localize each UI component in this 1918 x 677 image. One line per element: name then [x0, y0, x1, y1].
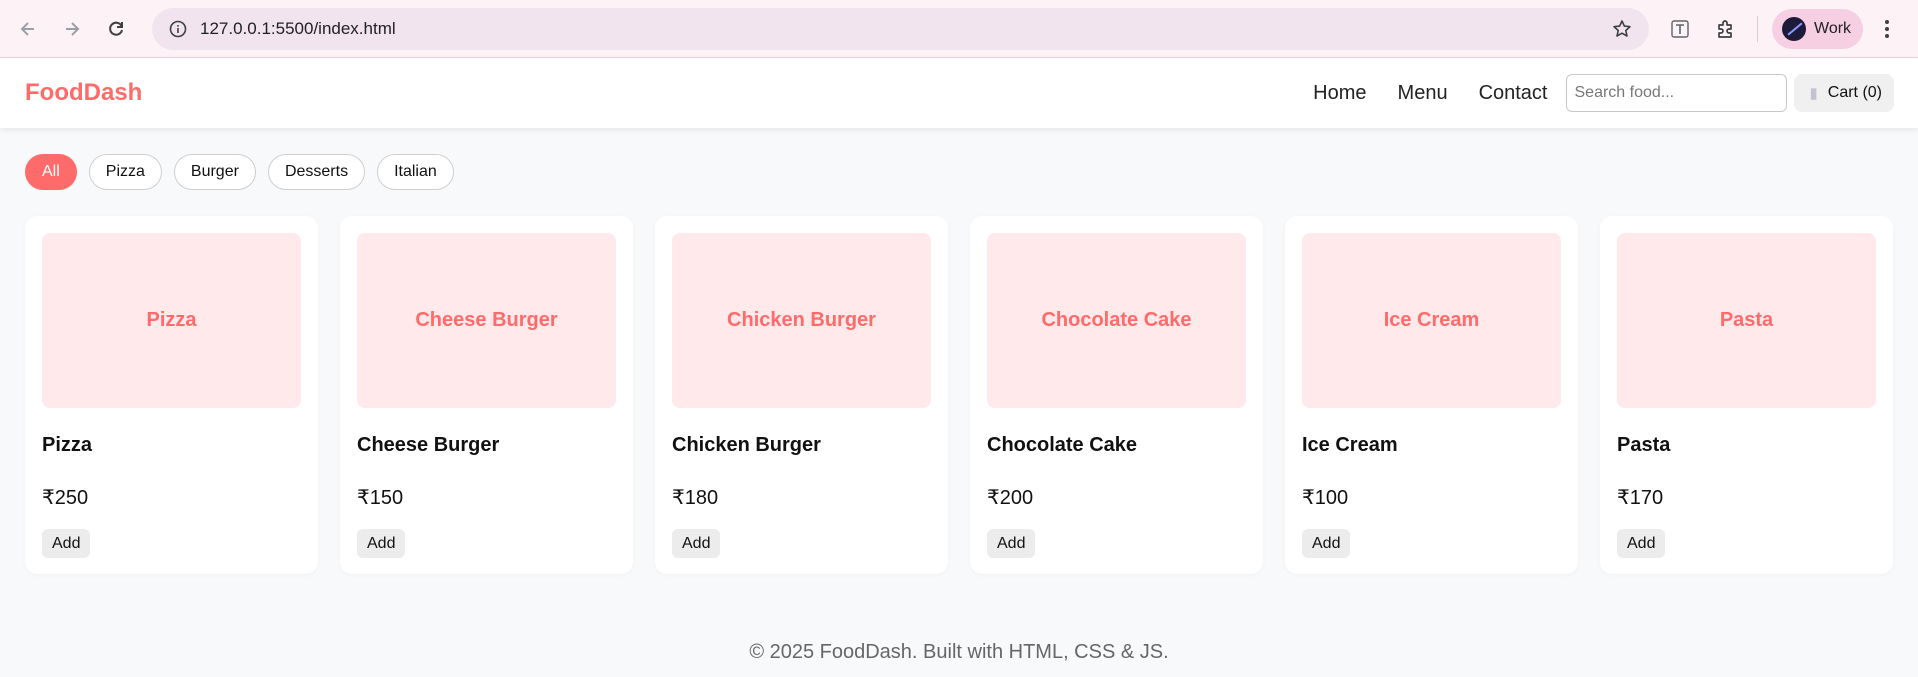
profile-button[interactable]: Work	[1772, 8, 1864, 49]
product-grid: Pizza Pizza ₹250 Add Cheese Burger Chees…	[0, 190, 1918, 574]
product-image: Cheese Burger	[357, 233, 616, 408]
site-header: FoodDash Home Menu Contact ▮ Cart (0)	[0, 58, 1918, 128]
cart-icon: ▮	[1809, 85, 1818, 102]
product-image: Pizza	[42, 233, 301, 408]
info-icon[interactable]	[166, 17, 190, 41]
url-text[interactable]: 127.0.0.1:5500/index.html	[200, 19, 1609, 39]
cart-label: Cart (0)	[1827, 84, 1882, 101]
product-image: Ice Cream	[1302, 233, 1561, 408]
product-card: Pasta Pasta ₹170 Add	[1600, 216, 1893, 574]
main-nav: Home Menu Contact	[1313, 82, 1547, 105]
nav-contact[interactable]: Contact	[1479, 82, 1548, 105]
add-to-cart-button[interactable]: Add	[672, 529, 721, 558]
reload-button[interactable]	[102, 15, 130, 43]
product-name: Chicken Burger	[672, 434, 821, 456]
filter-all[interactable]: All	[25, 154, 77, 190]
product-card: Pizza Pizza ₹250 Add	[25, 216, 318, 574]
product-image: Pasta	[1617, 233, 1876, 408]
toolbar-divider	[1757, 15, 1758, 42]
product-card: Cheese Burger Cheese Burger ₹150 Add	[340, 216, 633, 574]
star-icon[interactable]	[1609, 16, 1635, 42]
puzzle-icon[interactable]	[1711, 14, 1741, 44]
product-image: Chicken Burger	[672, 233, 931, 408]
product-name: Chocolate Cake	[987, 434, 1138, 456]
cart-button[interactable]: ▮ Cart (0)	[1793, 74, 1894, 112]
nav-menu[interactable]: Menu	[1398, 82, 1448, 105]
arrow-right-icon	[66, 21, 80, 36]
translate-icon[interactable]	[1665, 14, 1695, 44]
avatar	[1782, 16, 1806, 41]
filter-burger[interactable]: Burger	[173, 154, 256, 190]
product-price: ₹200	[987, 487, 1034, 509]
product-name: Ice Cream	[1302, 434, 1398, 456]
add-to-cart-button[interactable]: Add	[42, 529, 91, 558]
product-card: Chicken Burger Chicken Burger ₹180 Add	[655, 216, 948, 574]
product-image: Chocolate Cake	[987, 233, 1246, 408]
forward-button[interactable]	[58, 15, 86, 43]
kebab-menu-icon[interactable]	[1877, 19, 1897, 38]
nav-home[interactable]: Home	[1313, 82, 1366, 105]
back-button[interactable]	[14, 15, 42, 43]
reload-icon	[109, 21, 123, 36]
product-card: Chocolate Cake Chocolate Cake ₹200 Add	[970, 216, 1263, 574]
profile-label: Work	[1814, 19, 1852, 37]
product-card: Ice Cream Ice Cream ₹100 Add	[1285, 216, 1578, 574]
product-price: ₹170	[1617, 487, 1664, 509]
add-to-cart-button[interactable]: Add	[987, 529, 1036, 558]
product-price: ₹150	[357, 487, 404, 509]
product-price: ₹180	[672, 487, 719, 509]
add-to-cart-button[interactable]: Add	[1302, 529, 1351, 558]
product-name: Pizza	[42, 434, 93, 456]
filter-desserts[interactable]: Desserts	[267, 154, 366, 190]
arrow-left-icon	[20, 21, 34, 36]
product-name: Cheese Burger	[357, 434, 500, 456]
address-bar[interactable]: 127.0.0.1:5500/index.html	[152, 7, 1649, 50]
page-footer: © 2025 FoodDash. Built with HTML, CSS & …	[749, 641, 1169, 663]
product-name: Pasta	[1617, 434, 1671, 456]
add-to-cart-button[interactable]: Add	[357, 529, 406, 558]
add-to-cart-button[interactable]: Add	[1617, 529, 1666, 558]
filter-pizza[interactable]: Pizza	[88, 154, 162, 190]
product-price: ₹250	[42, 487, 89, 509]
category-filters: All Pizza Burger Desserts Italian	[0, 128, 1918, 190]
browser-toolbar: 127.0.0.1:5500/index.html Work	[0, 0, 1918, 58]
brand-logo[interactable]: FoodDash	[25, 79, 142, 107]
product-price: ₹100	[1302, 487, 1349, 509]
filter-italian[interactable]: Italian	[377, 154, 454, 190]
search-input[interactable]	[1565, 74, 1787, 112]
